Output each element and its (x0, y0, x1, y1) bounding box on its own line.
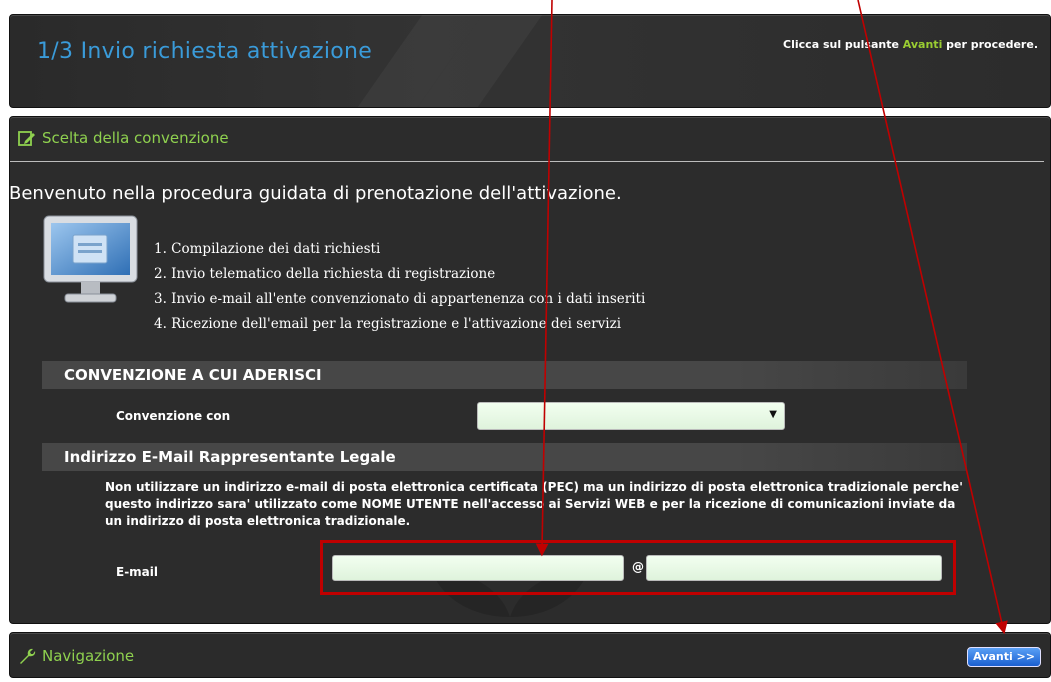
header-panel: 1/3 Invio richiesta attivazione Clicca s… (9, 14, 1051, 108)
email-band: Indirizzo E-Mail Rappresentante Legale (42, 443, 967, 471)
email-notice: Non utilizzare un indirizzo e-mail di po… (105, 480, 963, 528)
edit-icon (18, 131, 35, 146)
at-sign: @ (632, 560, 644, 574)
convention-band: CONVENZIONE A CUI ADERISCI (42, 361, 967, 389)
hint-prefix: Clicca sul pulsante (783, 38, 903, 51)
convention-label: Convenzione con (116, 409, 231, 423)
section-header: Scelta della convenzione (18, 129, 229, 147)
header-hint: Clicca sul pulsante Avanti per procedere… (783, 38, 1038, 51)
section-title: Scelta della convenzione (42, 129, 229, 147)
wrench-icon (20, 648, 36, 664)
email-domain-input[interactable] (646, 555, 942, 581)
main-panel: Scelta della convenzione Benvenuto nella… (9, 116, 1051, 624)
email-heading: Indirizzo E-Mail Rappresentante Legale (64, 448, 396, 466)
next-button[interactable]: Avanti >> (967, 647, 1041, 667)
list-item: 4. Ricezione dell'email per la registraz… (154, 316, 622, 332)
list-item: 2. Invio telematico della richiesta di r… (154, 266, 496, 282)
email-label: E-mail (116, 565, 159, 579)
page-title: 1/3 Invio richiesta attivazione (37, 39, 373, 64)
hint-suffix: per procedere. (942, 38, 1038, 51)
navigation-title: Navigazione (42, 647, 135, 665)
email-local-input[interactable] (332, 555, 624, 581)
welcome-heading: Benvenuto nella procedura guidata di pre… (9, 183, 622, 204)
convention-heading: CONVENZIONE A CUI ADERISCI (64, 366, 322, 384)
convention-select[interactable]: ▼ (477, 402, 785, 430)
list-item: 3. Invio e-mail all'ente convenzionato d… (154, 291, 646, 307)
chevron-down-icon: ▼ (769, 409, 777, 420)
navigation-panel: Navigazione Avanti >> (9, 632, 1051, 678)
hint-highlight: Avanti (902, 38, 943, 51)
steps-list: 1. Compilazione dei dati richiesti 2. In… (154, 237, 645, 337)
monitor-icon (43, 215, 138, 303)
section-divider (10, 161, 1044, 162)
list-item: 1. Compilazione dei dati richiesti (154, 241, 381, 257)
navigation-header: Navigazione (18, 647, 134, 665)
